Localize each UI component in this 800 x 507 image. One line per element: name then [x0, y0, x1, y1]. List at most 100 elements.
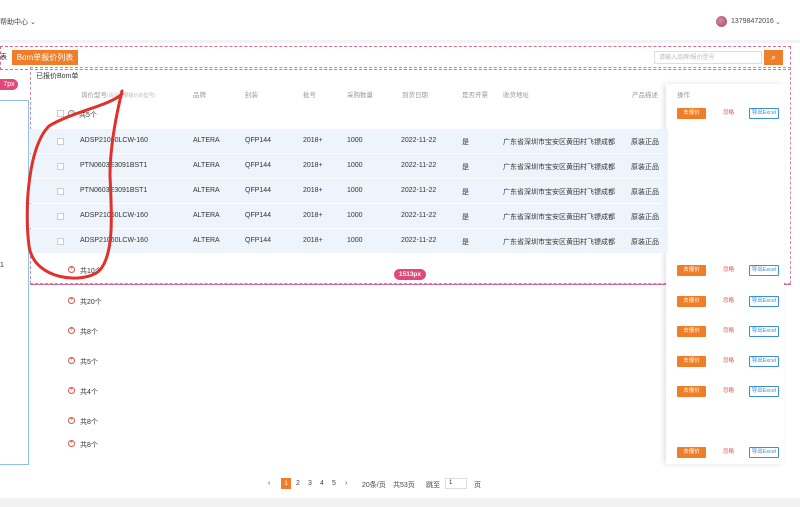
- col-qty: 采购数量: [347, 92, 373, 99]
- page-4[interactable]: 4: [320, 480, 324, 487]
- quote-button[interactable]: 去报价: [677, 326, 706, 337]
- col-batch: 批号: [303, 92, 316, 99]
- jump-label: 跳至: [426, 482, 440, 489]
- quote-button[interactable]: 去报价: [677, 447, 706, 458]
- annotation-badge-width: 1513px: [394, 269, 426, 280]
- ignore-button[interactable]: 忽略: [714, 386, 743, 397]
- cell-invoice: 是: [462, 139, 469, 146]
- quote-button[interactable]: 去报价: [677, 108, 706, 119]
- ignore-button[interactable]: 忽略: [714, 265, 743, 276]
- cell-package: QFP144: [245, 237, 272, 244]
- page-3[interactable]: 3: [308, 480, 312, 487]
- cell-desc: 原装正品: [631, 214, 659, 221]
- export-excel-button[interactable]: 导出Excel: [749, 356, 779, 367]
- chevron-down-icon[interactable]: ⌄: [775, 18, 781, 26]
- cell-batch: 2018+: [303, 237, 323, 244]
- total-pages: 共53页: [393, 482, 415, 489]
- export-excel-button[interactable]: 导出Excel: [749, 296, 779, 307]
- cell-address: 广东省深圳市宝安区黄田村飞镖成都: [503, 189, 615, 196]
- cell-desc: 原装正品: [631, 239, 659, 246]
- expand-icon[interactable]: +: [68, 327, 75, 334]
- cell-brand: ALTERA: [193, 137, 220, 144]
- group-count: 共8个: [80, 329, 98, 336]
- expand-icon[interactable]: +: [68, 417, 75, 424]
- cell-qty: 1000: [347, 237, 363, 244]
- next-page[interactable]: ›: [345, 480, 347, 487]
- cell-qty: 1000: [347, 212, 363, 219]
- col-brand: 品牌: [193, 92, 206, 99]
- help-center-link[interactable]: 帮助中心 ⌄: [0, 17, 36, 27]
- page-unit: 页: [474, 482, 481, 489]
- ignore-button[interactable]: 忽略: [714, 296, 743, 307]
- quote-button[interactable]: 去报价: [677, 386, 706, 397]
- cell-address: 广东省深圳市宝安区黄田村飞镖成都: [503, 164, 615, 171]
- cell-package: QFP144: [245, 137, 272, 144]
- cell-invoice: 是: [462, 164, 469, 171]
- export-excel-button[interactable]: 导出Excel: [749, 265, 779, 276]
- group-count: 共8个: [80, 442, 98, 449]
- cell-invoice: 是: [462, 189, 469, 196]
- page-5[interactable]: 5: [332, 480, 336, 487]
- cell-date: 2022-11-22: [401, 237, 437, 244]
- tab-bom-quote-list[interactable]: Bom单报价列表: [12, 50, 78, 65]
- col-invoice: 是否开票: [462, 92, 488, 99]
- cell-brand: ALTERA: [193, 237, 220, 244]
- left-panel-marker: 1: [0, 262, 4, 269]
- cell-address: 广东省深圳市宝安区黄田村飞镖成都: [503, 139, 615, 146]
- cell-date: 2022-11-22: [401, 162, 437, 169]
- page-1[interactable]: 1: [281, 478, 291, 489]
- cell-desc: 原装正品: [631, 164, 659, 171]
- section-title: 已报价Bom单: [36, 73, 79, 80]
- cell-batch: 2018+: [303, 212, 323, 219]
- avatar[interactable]: [716, 16, 727, 27]
- cell-address: 广东省深圳市宝安区黄田村飞镖成都: [503, 239, 615, 246]
- cell-qty: 1000: [347, 187, 363, 194]
- search-button[interactable]: ⌕: [764, 50, 783, 65]
- cell-batch: 2018+: [303, 187, 323, 194]
- ignore-button[interactable]: 忽略: [714, 356, 743, 367]
- col-package: 封装: [245, 92, 258, 99]
- quote-button[interactable]: 去报价: [677, 265, 706, 276]
- cell-desc: 原装正品: [631, 139, 659, 146]
- cell-brand: ALTERA: [193, 187, 220, 194]
- red-annotation-scribble: [25, 89, 124, 280]
- group-count: 共5个: [80, 359, 98, 366]
- cell-qty: 1000: [347, 137, 363, 144]
- help-center-label: 帮助中心: [0, 19, 28, 26]
- col-desc: 产品描述: [632, 92, 658, 99]
- cell-batch: 2018+: [303, 162, 323, 169]
- cell-invoice: 是: [462, 239, 469, 246]
- export-excel-button[interactable]: 导出Excel: [749, 386, 779, 397]
- cell-batch: 2018+: [303, 137, 323, 144]
- group-count: 共8个: [80, 419, 98, 426]
- export-excel-button[interactable]: 导出Excel: [749, 326, 779, 337]
- quote-button[interactable]: 去报价: [677, 356, 706, 367]
- per-page-select[interactable]: 20条/页: [362, 480, 386, 490]
- tab-partial[interactable]: 表: [0, 52, 7, 62]
- search-icon: ⌕: [770, 52, 777, 62]
- prev-page[interactable]: ‹: [268, 480, 270, 487]
- user-phone[interactable]: 13798472016: [731, 18, 774, 25]
- expand-icon[interactable]: +: [68, 297, 75, 304]
- ignore-button[interactable]: 忽略: [714, 326, 743, 337]
- col-ops: 操作: [677, 92, 690, 99]
- jump-page-input[interactable]: 1: [445, 478, 467, 489]
- quote-button[interactable]: 去报价: [677, 296, 706, 307]
- expand-icon[interactable]: +: [68, 387, 75, 394]
- cell-qty: 1000: [347, 162, 363, 169]
- cell-address: 广东省深圳市宝安区黄田村飞镖成都: [503, 214, 615, 221]
- cell-package: QFP144: [245, 212, 272, 219]
- expand-icon[interactable]: +: [68, 440, 75, 447]
- col-date: 到货日期: [402, 92, 428, 99]
- export-excel-button[interactable]: 导出Excel: [749, 108, 779, 119]
- ignore-button[interactable]: 忽略: [714, 447, 743, 458]
- search-input[interactable]: 请输入品牌/报价型号: [654, 51, 762, 64]
- cell-date: 2022-11-22: [401, 212, 437, 219]
- expand-icon[interactable]: +: [68, 357, 75, 364]
- ignore-button[interactable]: 忽略: [714, 108, 743, 119]
- cell-date: 2022-11-22: [401, 137, 437, 144]
- page-2[interactable]: 2: [296, 480, 300, 487]
- cell-package: QFP144: [245, 187, 272, 194]
- group-count: 共4个: [80, 389, 98, 396]
- export-excel-button[interactable]: 导出Excel: [749, 447, 779, 458]
